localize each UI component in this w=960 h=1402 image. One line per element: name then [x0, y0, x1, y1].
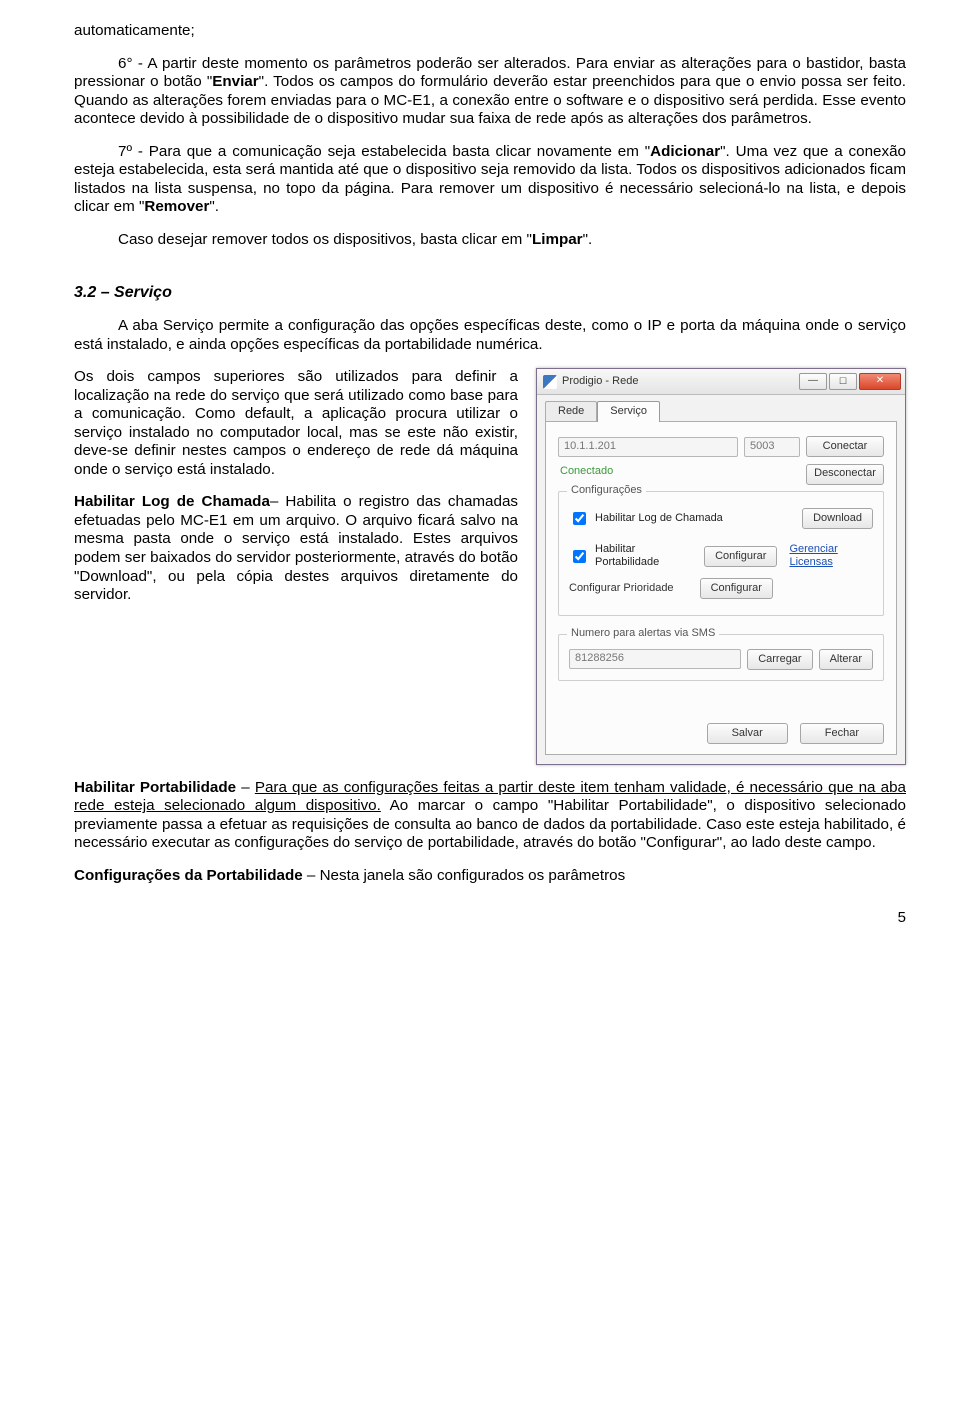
text: Caso desejar remover todos os dispositiv…: [118, 231, 532, 248]
checkbox-icon[interactable]: [573, 550, 586, 563]
priority-label: Configurar Prioridade: [569, 582, 674, 595]
alter-button[interactable]: Alterar: [819, 649, 873, 670]
titlebar: Prodigio - Rede — ☐ ✕: [537, 369, 905, 395]
configure-portability-button[interactable]: Configurar: [704, 546, 777, 567]
bold-text: Habilitar Log de Chamada: [74, 493, 270, 510]
tab-servico[interactable]: Serviço: [597, 401, 660, 422]
config-groupbox: Configurações Habilitar Log de Chamada D…: [558, 491, 884, 616]
bold-text: Remover: [144, 198, 209, 215]
paragraph: Habilitar Log de Chamada– Habilita o reg…: [74, 493, 518, 604]
status-label: Conectado: [560, 465, 613, 478]
section-heading: 3.2 – Serviço: [74, 283, 906, 303]
sms-number-field[interactable]: 81288256: [569, 649, 741, 669]
paragraph: A aba Serviço permite a configuração das…: [74, 317, 906, 354]
port-field[interactable]: 5003: [744, 437, 800, 457]
tabstrip: Rede Serviço: [537, 395, 905, 422]
paragraph: 6° - A partir deste momento os parâmetro…: [74, 55, 906, 129]
text: –: [236, 779, 255, 796]
checkbox-label: Habilitar Log de Chamada: [595, 512, 723, 525]
bold-text: Configurações da Portabilidade: [74, 867, 303, 884]
bold-text: Adicionar: [650, 143, 720, 160]
paragraph: automaticamente;: [74, 22, 906, 41]
maximize-icon[interactable]: ☐: [829, 373, 857, 390]
sms-groupbox: Numero para alertas via SMS 81288256 Car…: [558, 634, 884, 681]
close-button[interactable]: Fechar: [800, 723, 884, 744]
text: ".: [209, 198, 219, 215]
tab-panel: 10.1.1.201 5003 Conectar Conectado Desco…: [545, 421, 897, 754]
configure-priority-button[interactable]: Configurar: [700, 578, 773, 599]
paragraph: Habilitar Portabilidade – Para que as co…: [74, 779, 906, 853]
minimize-icon[interactable]: —: [799, 373, 827, 390]
groupbox-legend: Configurações: [567, 484, 646, 497]
paragraph: Configurações da Portabilidade – Nesta j…: [74, 867, 906, 886]
bold-text: Habilitar Portabilidade: [74, 779, 236, 796]
text: ".: [583, 231, 593, 248]
download-button[interactable]: Download: [802, 508, 873, 529]
page-number: 5: [74, 909, 906, 927]
bold-text: Enviar: [212, 73, 258, 90]
app-window: Prodigio - Rede — ☐ ✕ Rede Serviço 10.1.…: [536, 368, 906, 765]
checkbox-icon[interactable]: [573, 512, 586, 525]
paragraph: 7º - Para que a comunicação seja estabel…: [74, 143, 906, 217]
paragraph: Caso desejar remover todos os dispositiv…: [74, 231, 906, 250]
ip-field[interactable]: 10.1.1.201: [558, 437, 738, 457]
load-button[interactable]: Carregar: [747, 649, 812, 670]
tab-rede[interactable]: Rede: [545, 401, 597, 422]
paragraph: Os dois campos superiores são utilizados…: [74, 368, 518, 479]
manage-licenses-link[interactable]: Gerenciar Licensas: [789, 543, 873, 570]
enable-portability-checkbox[interactable]: Habilitar Portabilidade: [569, 543, 687, 570]
window-title: Prodigio - Rede: [562, 375, 794, 388]
bold-text: Limpar: [532, 231, 583, 248]
text: 7º - Para que a comunicação seja estabel…: [118, 143, 650, 160]
close-icon[interactable]: ✕: [859, 373, 901, 390]
text: – Nesta janela são configurados os parâm…: [303, 867, 626, 884]
connect-button[interactable]: Conectar: [806, 436, 884, 457]
groupbox-legend: Numero para alertas via SMS: [567, 627, 719, 640]
app-icon: [543, 375, 557, 389]
save-button[interactable]: Salvar: [707, 723, 788, 744]
disconnect-button[interactable]: Desconectar: [806, 464, 884, 485]
checkbox-label: Habilitar Portabilidade: [595, 543, 687, 570]
enable-call-log-checkbox[interactable]: Habilitar Log de Chamada: [569, 509, 723, 528]
